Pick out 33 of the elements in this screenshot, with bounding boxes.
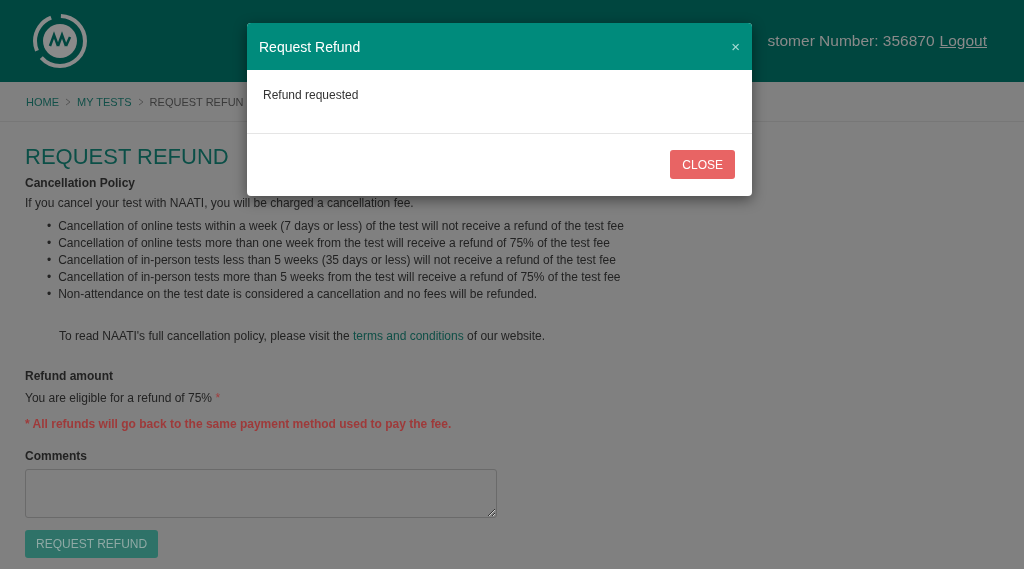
breadcrumb-separator-icon <box>137 97 144 106</box>
policy-item: Cancellation of online tests more than one week from the test will receive a refund of 75% of the test fee <box>58 235 610 252</box>
bullet-mark: • <box>47 269 52 286</box>
required-mark: * <box>215 391 221 405</box>
policy-intro: If you cancel your test with NAATI, you will be charged a cancellation fee. <box>25 196 415 210</box>
breadcrumb-link[interactable]: HOME <box>26 95 59 108</box>
terms-link[interactable]: terms and conditions <box>353 329 464 343</box>
section-heading: Cancellation Policy <box>25 176 137 190</box>
comments-field[interactable] <box>25 469 497 518</box>
policy-item: Cancellation of in-person tests more than 5 weeks from the test will receive a refund of 75% of the test fee <box>58 269 621 286</box>
refund-notice: * All refunds will go back to the same payment method used to pay the fee. <box>25 417 453 431</box>
comments-label: Comments <box>25 449 88 463</box>
current-page-label: REQUEST REFUN <box>149 95 244 108</box>
close-button[interactable]: CLOSE <box>670 150 735 179</box>
policy-link-sentence: To read NAATI's full cancellation policy, please visit the terms and conditions of our website. <box>59 329 547 343</box>
bullet-mark: • <box>47 218 52 235</box>
bullet-mark: • <box>47 235 52 252</box>
customer-number: stomer Number: 356870 <box>767 32 935 50</box>
section-heading: Refund amount <box>25 369 114 383</box>
page-title: REQUEST REFUND <box>25 144 229 170</box>
logo-icon <box>32 13 88 69</box>
policy-item: Cancellation of in-person tests less than 5 weeks (35 days or less) will not receive a refund of the test fee <box>58 252 616 269</box>
bullet-mark: • <box>47 252 52 269</box>
policy-item: Cancellation of online tests within a week (7 days or less) of the test will not receive a refund of the test fee <box>58 218 624 235</box>
modal-title: Request Refund <box>259 38 361 55</box>
request-refund-button[interactable]: REQUEST REFUND <box>25 530 159 558</box>
modal-message: Refund requested <box>263 88 359 102</box>
policy-item: Non-attendance on the test date is considered a cancellation and no fees will be refunded. <box>58 286 538 303</box>
logout-link[interactable]: Logout <box>939 32 987 50</box>
refund-eligibility: You are eligible for a refund of 75% <box>25 391 213 405</box>
bullet-mark: • <box>47 286 52 303</box>
breadcrumb-separator-icon <box>65 97 71 106</box>
breadcrumb-link[interactable]: MY TESTS <box>77 95 132 108</box>
